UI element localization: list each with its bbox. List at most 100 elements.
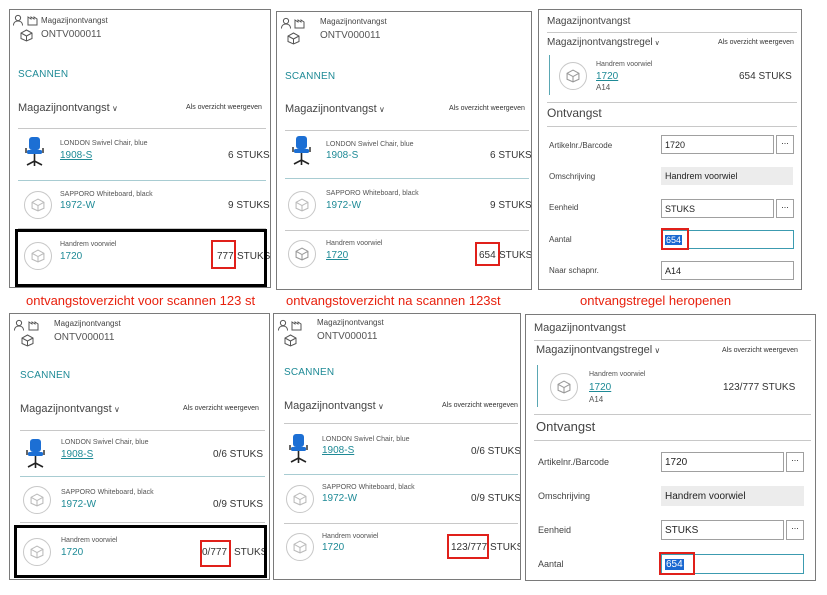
item-code-link[interactable]: 1720 <box>589 382 611 393</box>
item-code[interactable]: 1720 <box>322 542 344 553</box>
box-icon <box>288 191 316 219</box>
divider <box>20 430 265 431</box>
quantity-label: Aantal <box>549 235 572 244</box>
header-title: Magazijnontvangst <box>534 322 626 334</box>
header-title: Magazijnontvangst <box>317 318 384 327</box>
divider <box>284 423 518 424</box>
box-icon <box>24 191 52 219</box>
item-code-link[interactable]: 1908-S <box>322 445 354 456</box>
box-icon <box>288 240 316 268</box>
item-code-link[interactable]: 1720 <box>596 71 618 82</box>
line-section-title[interactable]: Magazijnontvangstregel ∨ <box>536 344 660 356</box>
chevron-down-icon: ∨ <box>109 104 118 113</box>
item-quantity: 123/777 STUKS <box>723 382 796 393</box>
unit-label: Eenheid <box>538 525 572 535</box>
warehouse-icon <box>28 321 39 331</box>
item-name: SAPPORO Whiteboard, black <box>61 489 154 496</box>
caption-overview-before-scan: ontvangstoverzicht voor scannen 123 st <box>26 293 256 308</box>
bin-label: Naar schapnr. <box>549 266 599 275</box>
box-icon <box>23 486 51 514</box>
box-icon <box>286 533 314 561</box>
divider <box>534 440 811 441</box>
selected-line-marker <box>537 365 538 407</box>
barcode-label: Artikelnr./Barcode <box>538 457 610 467</box>
chevron-down-icon: ∨ <box>375 402 384 411</box>
item-code-link[interactable]: 1908-S <box>61 449 93 460</box>
item-name: SAPPORO Whiteboard, black <box>326 190 419 197</box>
highlight-box <box>447 534 489 559</box>
item-quantity-unit: STUKS <box>499 250 532 261</box>
item-name: Handrem voorwiel <box>589 371 646 378</box>
item-quantity: 9 STUKS <box>228 200 270 211</box>
barcode-field[interactable]: 1720 <box>661 452 784 472</box>
unit-lookup-button[interactable]: ... <box>786 520 804 540</box>
receipt-overview-after-scan: Magazijnontvangst ONTV000011 SCANNEN Mag… <box>276 11 532 290</box>
box-icon <box>286 485 314 513</box>
item-code-link[interactable]: 1720 <box>326 250 348 261</box>
bin-field[interactable]: A14 <box>661 261 794 280</box>
overview-link[interactable]: Als overzicht weergeven <box>183 405 259 412</box>
box-icon <box>550 373 578 401</box>
section-title[interactable]: Magazijnontvangst ∨ <box>18 102 118 114</box>
box-icon <box>287 32 300 45</box>
divider <box>547 102 797 103</box>
item-code[interactable]: 1908-S <box>326 150 358 161</box>
unit-label: Eenheid <box>549 203 579 212</box>
header-title: Magazijnontvangst <box>320 17 387 26</box>
item-name: Handrem voorwiel <box>322 533 379 540</box>
chevron-down-icon: ∨ <box>652 40 660 47</box>
receipt-section-title: Ontvangst <box>536 419 596 434</box>
box-icon <box>20 29 33 42</box>
document-number: ONTV000011 <box>54 332 115 343</box>
receipt-line-reopened: Magazijnontvangst Magazijnontvangstregel… <box>538 9 802 290</box>
item-name: LONDON Swivel Chair, blue <box>60 140 148 147</box>
box-icon <box>559 62 587 90</box>
item-code[interactable]: 1972-W <box>322 493 357 504</box>
highlight-box <box>659 552 695 575</box>
overview-link[interactable]: Als overzicht weergeven <box>718 39 794 46</box>
item-quantity: 9 STUKS <box>490 200 532 211</box>
section-title[interactable]: Magazijnontvangst ∨ <box>285 103 385 115</box>
item-name: LONDON Swivel Chair, blue <box>322 436 410 443</box>
scan-button[interactable]: SCANNEN <box>285 71 335 82</box>
receipt-overview-before-scan: Magazijnontvangst ONTV000011 SCANNEN Mag… <box>9 9 271 288</box>
divider <box>285 230 529 231</box>
overview-link[interactable]: Als overzicht weergeven <box>722 347 798 354</box>
chair-image <box>26 439 45 468</box>
unit-lookup-button[interactable]: ... <box>776 199 794 218</box>
item-quantity: 0/6 STUKS <box>471 446 521 457</box>
scan-button[interactable]: SCANNEN <box>20 370 70 381</box>
barcode-lookup-button[interactable]: ... <box>776 135 794 154</box>
divider <box>18 180 266 181</box>
item-name: SAPPORO Whiteboard, black <box>322 484 415 491</box>
line-section-title[interactable]: Magazijnontvangstregel ∨ <box>547 37 660 48</box>
header-title: Magazijnontvangst <box>54 319 121 328</box>
item-name: LONDON Swivel Chair, blue <box>326 141 414 148</box>
divider <box>534 414 811 415</box>
divider <box>534 340 811 341</box>
chair-image <box>292 136 311 165</box>
scan-button[interactable]: SCANNEN <box>284 367 334 378</box>
description-field: Handrem voorwiel <box>661 486 804 506</box>
item-code[interactable]: 1972-W <box>61 499 96 510</box>
document-number: ONTV000011 <box>41 29 102 40</box>
warehouse-icon <box>294 19 305 29</box>
item-code[interactable]: 1972-W <box>60 200 95 211</box>
person-icon <box>14 319 24 331</box>
barcode-field[interactable]: 1720 <box>661 135 774 154</box>
unit-field[interactable]: STUKS <box>661 199 774 218</box>
highlight-box <box>475 242 500 266</box>
scan-button[interactable]: SCANNEN <box>18 69 68 80</box>
item-name: Handrem voorwiel <box>596 61 653 68</box>
overview-link[interactable]: Als overzicht weergeven <box>442 402 518 409</box>
barcode-lookup-button[interactable]: ... <box>786 452 804 472</box>
document-number: ONTV000011 <box>320 30 381 41</box>
section-title[interactable]: Magazijnontvangst ∨ <box>284 400 384 412</box>
item-code-link[interactable]: 1908-S <box>60 150 92 161</box>
item-code[interactable]: 1972-W <box>326 200 361 211</box>
unit-field[interactable]: STUKS <box>661 520 784 540</box>
overview-link[interactable]: Als overzicht weergeven <box>449 105 525 112</box>
overview-link[interactable]: Als overzicht weergeven <box>186 104 262 111</box>
divider <box>18 128 266 129</box>
section-title[interactable]: Magazijnontvangst ∨ <box>20 403 120 415</box>
